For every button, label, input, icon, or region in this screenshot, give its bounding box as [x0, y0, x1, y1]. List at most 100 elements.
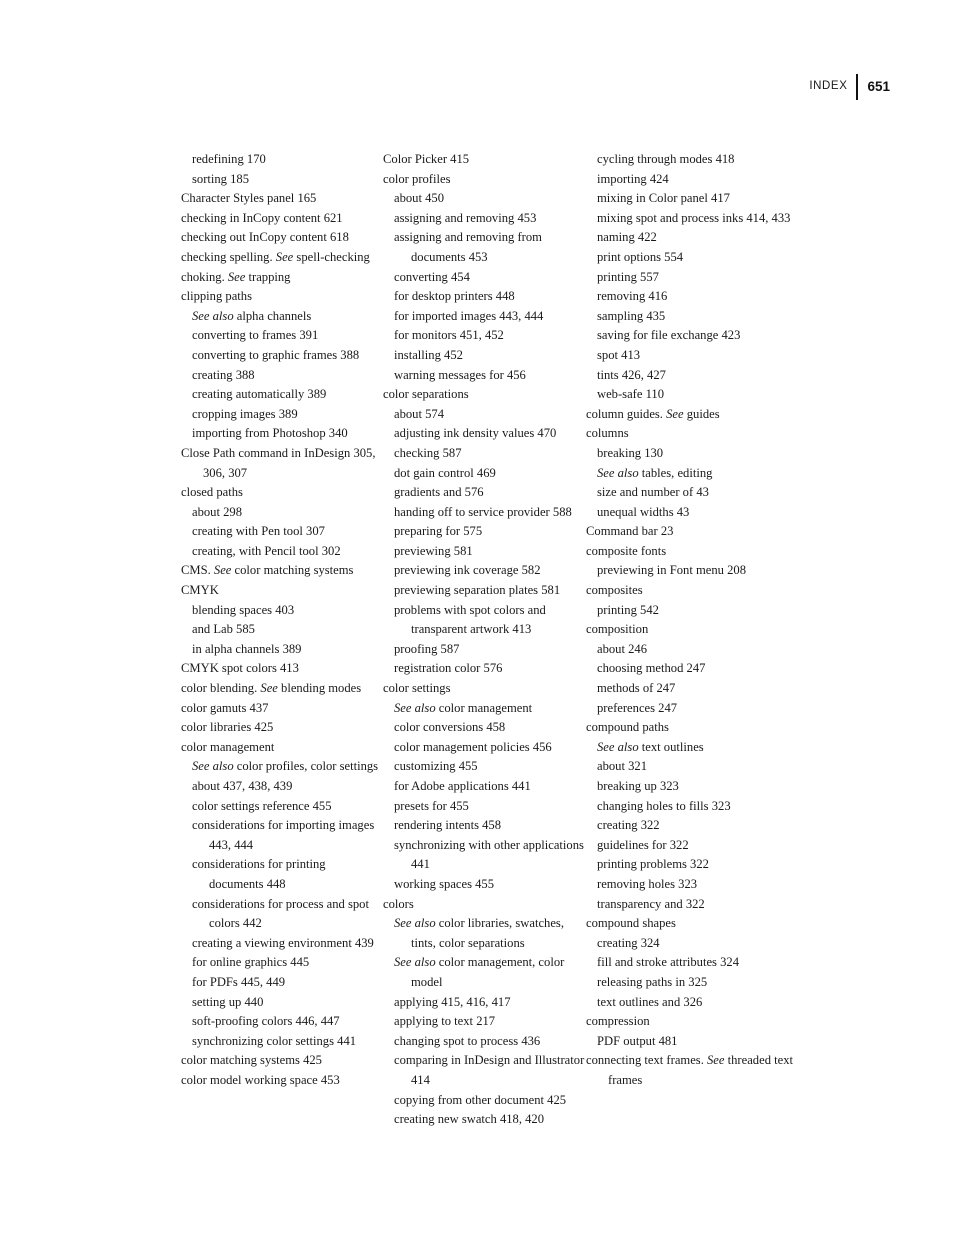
index-entry: tints 426, 427 [597, 367, 666, 382]
index-entry: rendering intents 458 [394, 818, 502, 833]
index-entry: creating automatically 389 [192, 387, 327, 402]
index-entry: sorting 185 [192, 171, 250, 186]
index-entry: compound paths [586, 720, 669, 735]
index-entry: clipping paths [181, 289, 253, 304]
index-entry: CMYK [181, 583, 219, 598]
index-entry: unequal widths 43 [597, 504, 690, 519]
index-entry: See also text outlines [597, 739, 704, 754]
index-entry: methods of 247 [597, 681, 676, 696]
index-entry: saving for file exchange 423 [597, 328, 741, 343]
index-entry: choking. See trapping [181, 269, 291, 284]
index-entry: See also color profiles, color settings [192, 759, 379, 774]
index-entry: changing holes to fills 323 [597, 798, 731, 813]
running-head: INDEX 651 [809, 74, 890, 100]
index-entry: blending spaces 403 [192, 602, 295, 617]
index-entry: Command bar 23 [586, 524, 674, 539]
index-entry: color matching systems 425 [181, 1053, 322, 1068]
index-entry: compound shapes [586, 916, 676, 931]
index-entry: importing 424 [597, 171, 669, 186]
index-entry: naming 422 [597, 230, 657, 245]
index-entry: creating 324 [597, 935, 660, 950]
index-entry: setting up 440 [192, 994, 264, 1009]
index-entry: See also color libraries, swatches, tint… [394, 916, 564, 950]
index-entry: PDF output 481 [597, 1033, 678, 1048]
index-entry: for monitors 451, 452 [394, 328, 504, 343]
index-entry: column guides. See guides [586, 406, 720, 421]
index-column-1: redefining 170 sorting 185 Character Style… [181, 150, 383, 1130]
index-entry: for Adobe applications 441 [394, 779, 531, 793]
index-entry: colors [383, 896, 414, 911]
index-entry: mixing in Color panel 417 [597, 191, 730, 206]
index-entry: cropping images 389 [192, 406, 298, 421]
index-entry: previewing separation plates 581 [394, 583, 561, 598]
index-entry: for online graphics 445 [192, 955, 310, 970]
index-entry: composite fonts [586, 543, 667, 558]
index-entry: soft-proofing colors 446, 447 [192, 1014, 340, 1029]
index-entry: color model working space 453 [181, 1072, 340, 1087]
index-entry: guidelines for 322 [597, 837, 689, 852]
page-number: 651 [867, 79, 890, 95]
index-entry: color gamuts 437 [181, 700, 269, 715]
index-entry: creating 388 [192, 367, 255, 382]
index-entry: converting 454 [394, 269, 470, 284]
index-entry: converting to graphic frames 388 [192, 347, 360, 362]
index-entry: See also alpha channels [192, 308, 312, 323]
index-entry: color profiles [383, 171, 451, 186]
index-entry: dot gain control 469 [394, 465, 496, 480]
index-entry: assigning and removing from documents 45… [394, 230, 542, 264]
index-entry: color settings reference 455 [192, 798, 332, 813]
index-entry: preferences 247 [597, 700, 678, 715]
index-entry: text outlines and 326 [597, 994, 703, 1009]
index-entry: customizing 455 [394, 759, 478, 774]
index-entry: checking spelling. See spell-checking [181, 249, 370, 264]
index-entry: sampling 435 [597, 308, 666, 323]
index-entry: redefining 170 [192, 152, 266, 166]
index-entry: printing problems 322 [597, 857, 709, 872]
index-entry: See also tables, editing [597, 465, 713, 480]
index-entry: mixing spot and process inks 414, 433 [597, 210, 791, 225]
index-entry: assigning and removing 453 [394, 210, 537, 225]
index-entry: previewing ink coverage 582 [394, 563, 541, 578]
index-entry: removing 416 [597, 289, 668, 304]
index-entry: for desktop printers 448 [394, 289, 515, 304]
index-entry: releasing paths in 325 [597, 974, 708, 989]
index-entry: size and number of 43 [597, 485, 709, 500]
index-entry: fill and stroke attributes 324 [597, 955, 739, 970]
index-entry: color blending. See blending modes [181, 681, 362, 696]
index-entry: for imported images 443, 444 [394, 308, 544, 323]
index-entry: print options 554 [597, 249, 684, 264]
index-body: redefining 170 sorting 185 Character Style… [181, 150, 881, 1130]
index-entry: compression [586, 1014, 650, 1029]
index-entry: columns [586, 426, 629, 441]
index-entry: creating a viewing environment 439 [192, 935, 374, 950]
index-entry: spot 413 [597, 347, 641, 362]
index-entry: previewing 581 [394, 543, 473, 558]
index-entry: removing holes 323 [597, 876, 698, 891]
index-entry: applying 415, 416, 417 [394, 994, 511, 1009]
index-entry: considerations for printing documents 44… [192, 857, 326, 891]
index-entry: warning messages for 456 [394, 367, 526, 382]
index-entry: changing spot to process 436 [394, 1033, 541, 1048]
index-column-2: Color Picker 415 color profiles about 450 a… [383, 150, 586, 1130]
index-entry: cycling through modes 418 [597, 152, 735, 166]
index-entry: importing from Photoshop 340 [192, 426, 348, 441]
index-entry: CMYK spot colors 413 [181, 661, 299, 676]
index-entry: about 450 [394, 191, 445, 206]
index-entry: color libraries 425 [181, 720, 274, 735]
index-entry: checking out InCopy content 618 [181, 230, 349, 245]
index-entry: creating new swatch 418, 420 [394, 1112, 545, 1127]
index-entry: color settings [383, 681, 451, 696]
index-entry: adjusting ink density values 470 [394, 426, 557, 441]
index-entry: breaking up 323 [597, 779, 679, 793]
index-entry: about 246 [597, 641, 648, 656]
index-entry: See also color management [394, 700, 533, 715]
index-entry: Close Path command in InDesign 305, 306,… [181, 445, 376, 480]
index-entry: web-safe 110 [597, 387, 665, 402]
index-entry: printing 542 [597, 602, 659, 617]
running-head-label: INDEX [809, 80, 848, 93]
index-entry: choosing method 247 [597, 661, 706, 676]
index-entry: See also color management, color model [394, 955, 565, 989]
index-entry: previewing in Font menu 208 [597, 563, 747, 578]
index-entry: installing 452 [394, 347, 463, 362]
index-entry: copying from other document 425 [394, 1092, 567, 1107]
